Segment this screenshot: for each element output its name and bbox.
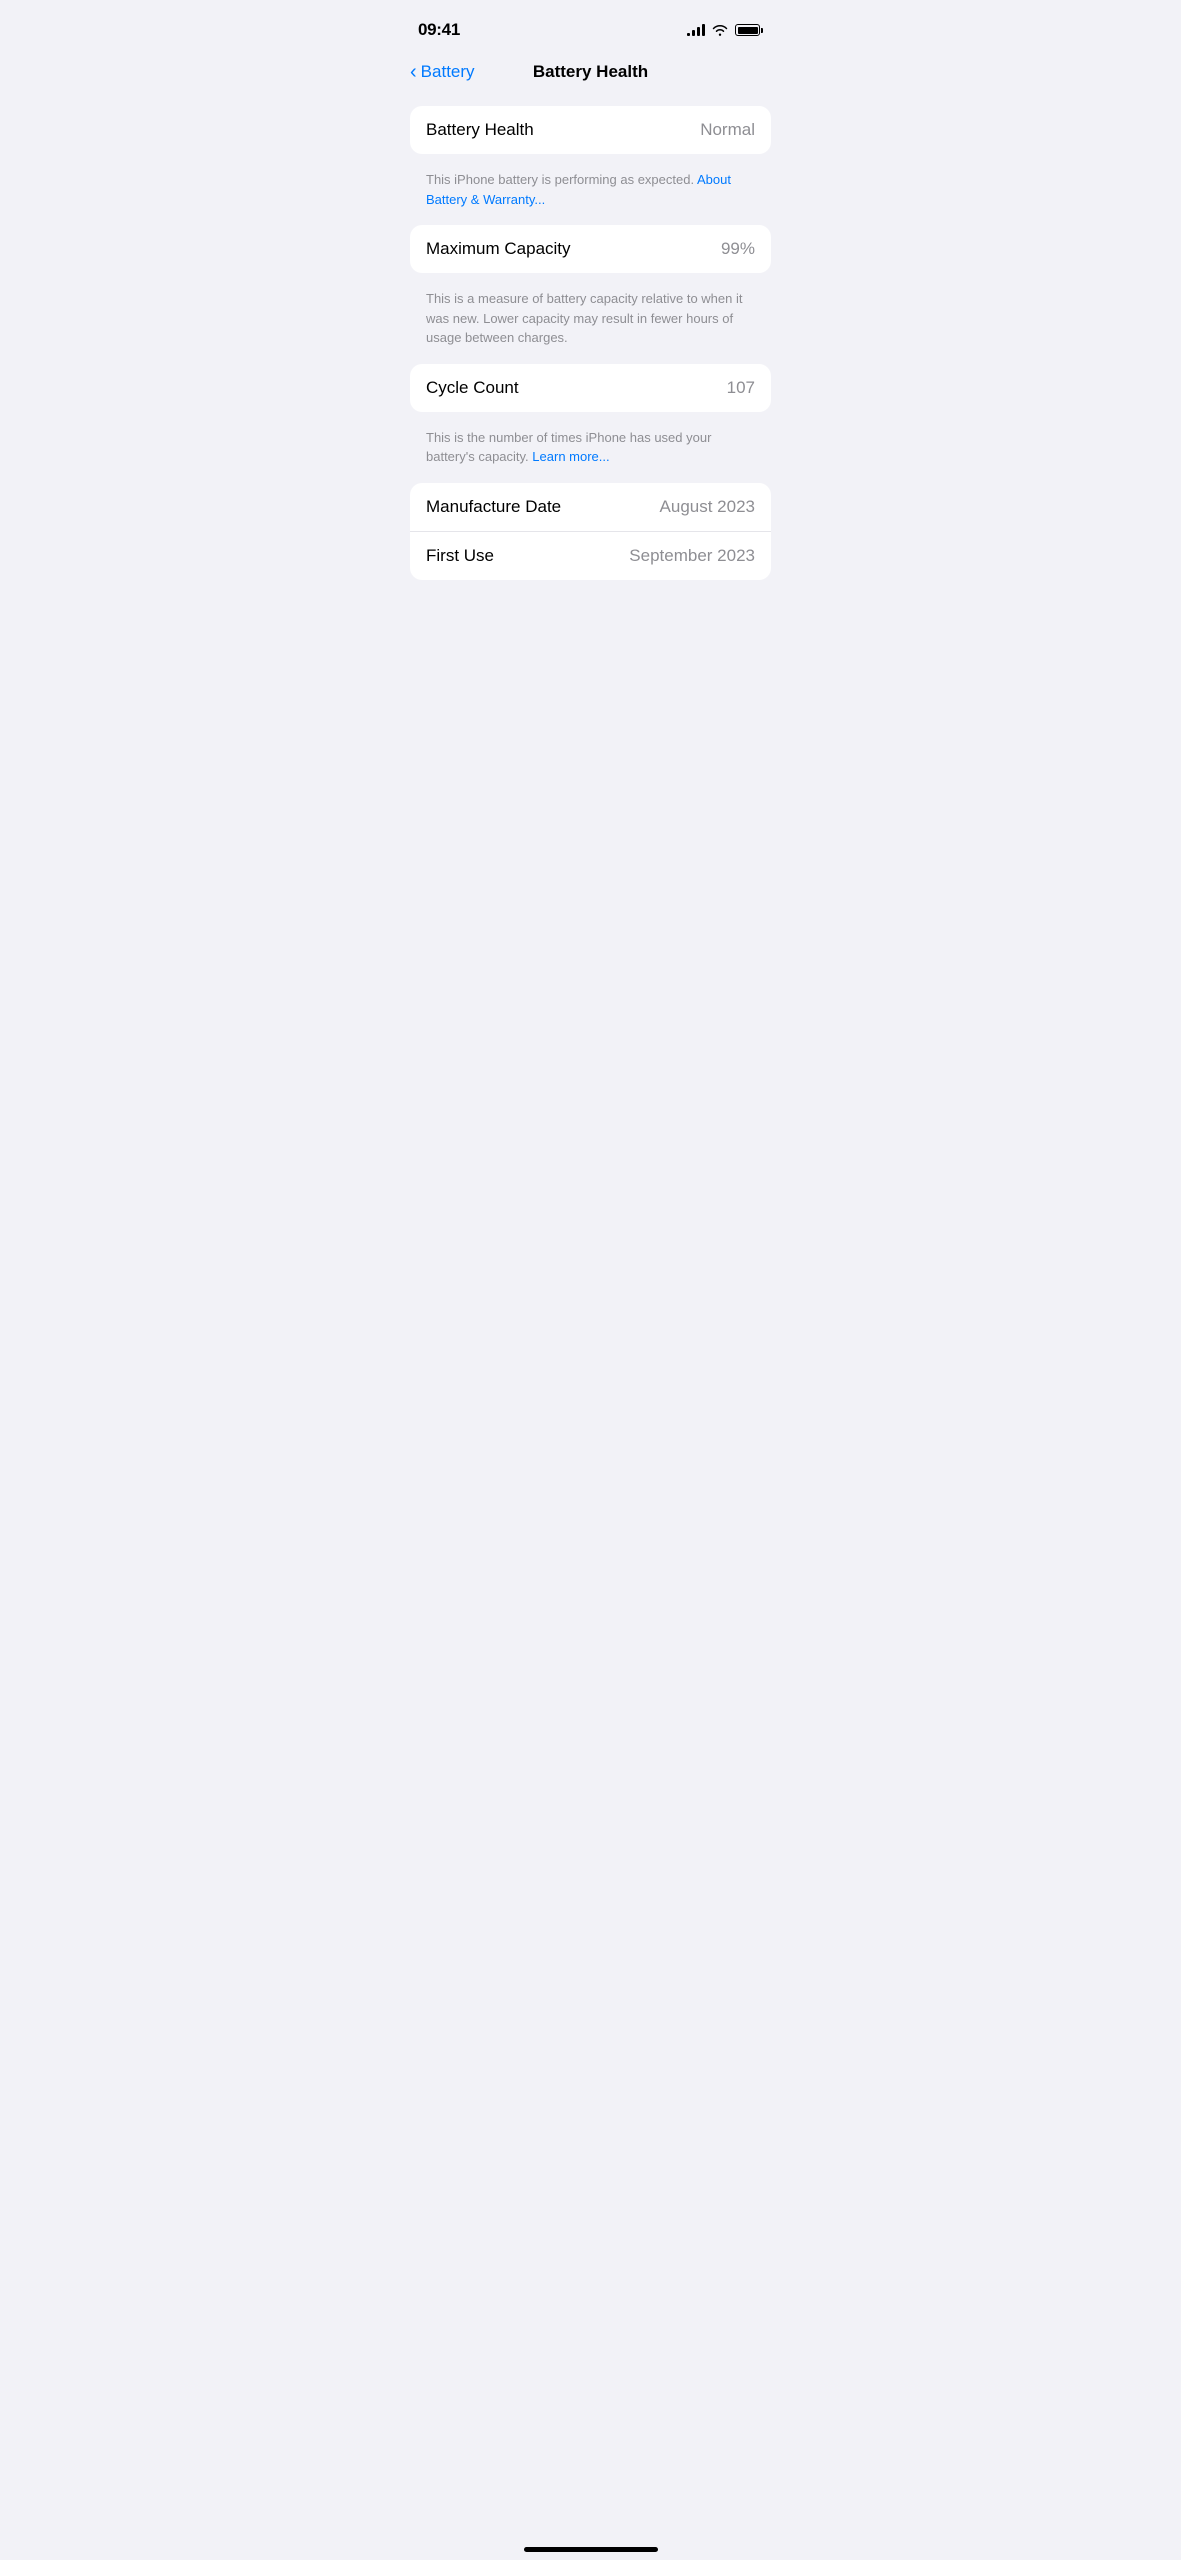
first-use-row: First Use September 2023 [410, 531, 771, 580]
status-bar: 09:41 [394, 0, 787, 54]
status-time: 09:41 [418, 20, 460, 40]
back-label: Battery [421, 62, 475, 82]
cycle-count-card: Cycle Count 107 [410, 364, 771, 412]
maximum-capacity-card: Maximum Capacity 99% [410, 225, 771, 273]
maximum-capacity-label: Maximum Capacity [426, 239, 571, 259]
nav-bar: ‹ Battery Battery Health [394, 54, 787, 98]
maximum-capacity-description: This is a measure of battery capacity re… [410, 281, 771, 364]
learn-more-link[interactable]: Learn more... [532, 449, 609, 464]
battery-health-label: Battery Health [426, 120, 534, 140]
status-icons [687, 24, 763, 36]
maximum-capacity-row: Maximum Capacity 99% [410, 225, 771, 273]
battery-icon [735, 24, 763, 36]
battery-warranty-link[interactable]: About Battery & Warranty... [426, 172, 731, 207]
home-indicator [524, 2547, 658, 2552]
cycle-count-row: Cycle Count 107 [410, 364, 771, 412]
signal-icon [687, 24, 705, 36]
back-button[interactable]: ‹ Battery [410, 62, 475, 82]
wifi-icon [712, 24, 728, 36]
manufacture-date-label: Manufacture Date [426, 497, 561, 517]
battery-health-description: This iPhone battery is performing as exp… [410, 162, 771, 225]
cycle-count-label: Cycle Count [426, 378, 519, 398]
cycle-count-value: 107 [727, 378, 755, 398]
manufacture-date-row: Manufacture Date August 2023 [410, 483, 771, 531]
content-area: Battery Health Normal This iPhone batter… [394, 98, 787, 596]
first-use-label: First Use [426, 546, 494, 566]
manufacture-date-value: August 2023 [660, 497, 755, 517]
maximum-capacity-value: 99% [721, 239, 755, 259]
battery-health-value: Normal [700, 120, 755, 140]
back-chevron-icon: ‹ [410, 62, 417, 82]
dates-card: Manufacture Date August 2023 First Use S… [410, 483, 771, 580]
battery-health-card: Battery Health Normal [410, 106, 771, 154]
cycle-count-description: This is the number of times iPhone has u… [410, 420, 771, 483]
battery-health-row: Battery Health Normal [410, 106, 771, 154]
first-use-value: September 2023 [629, 546, 755, 566]
page-title: Battery Health [533, 62, 648, 82]
